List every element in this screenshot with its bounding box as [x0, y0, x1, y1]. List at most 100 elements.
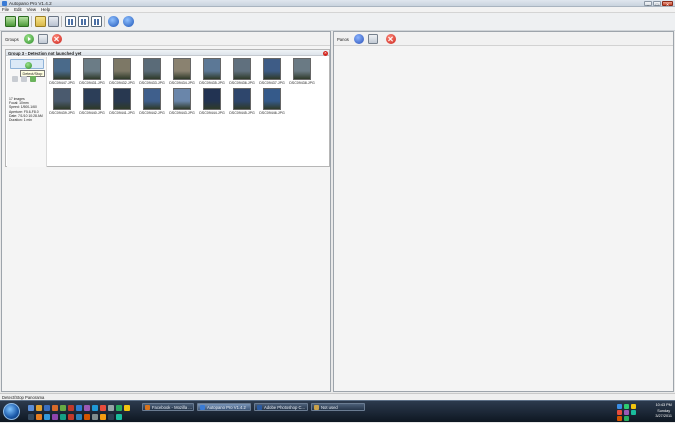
app-icon[interactable] [84, 414, 90, 420]
toolbar-separator [61, 16, 62, 27]
menu-view[interactable]: View [27, 7, 36, 12]
app-icon[interactable] [44, 414, 50, 420]
firefox-icon[interactable] [52, 405, 58, 411]
image-thumbnail[interactable]: DSC09444.JPG [199, 88, 225, 115]
thumbnail-image [113, 88, 131, 110]
close-button[interactable]: ✕ [662, 0, 673, 6]
tray-icon[interactable] [617, 416, 622, 421]
app-icon[interactable] [100, 414, 106, 420]
detect-stop-button[interactable] [10, 59, 44, 69]
panos-label: Panos [337, 36, 349, 42]
menu-help[interactable]: Help [41, 7, 50, 12]
taskbar-autopano[interactable]: Autopano Pro V1.4.2 [197, 403, 251, 411]
taskbar-firefox[interactable]: Facebook - Mozilla ... [142, 403, 194, 411]
image-thumbnail[interactable]: DSC09445.JPG [229, 88, 255, 115]
new-project-icon[interactable] [5, 16, 16, 27]
taskbar-photoshop[interactable]: Adobe Photoshop C... [254, 403, 308, 411]
network-icon[interactable] [617, 404, 622, 409]
app-icon[interactable] [60, 414, 66, 420]
web-update-icon[interactable] [123, 16, 134, 27]
image-thumbnail[interactable]: DSC09432.JPG [109, 58, 135, 85]
remove-group-icon[interactable] [52, 34, 62, 44]
taskbar-label: Adobe Photoshop C... [264, 405, 305, 410]
image-thumbnail[interactable]: DSC09435.JPG [199, 58, 225, 85]
tray-icon[interactable] [624, 410, 629, 415]
volume-icon[interactable] [631, 410, 636, 415]
tray-icon[interactable] [624, 416, 629, 421]
image-thumbnail[interactable]: DSC09438.JPG [289, 58, 315, 85]
image-thumbnail[interactable]: DSC09436.JPG [229, 58, 255, 85]
taskbar-folder[interactable]: Not used [311, 403, 365, 411]
explorer-icon[interactable] [36, 405, 42, 411]
desktop-icon[interactable] [28, 405, 34, 411]
app-icon[interactable] [116, 405, 122, 411]
app-icon[interactable] [108, 405, 114, 411]
tray-icon[interactable] [624, 404, 629, 409]
image-thumbnail[interactable]: DSC09439.JPG [49, 88, 75, 115]
app-icon[interactable] [92, 414, 98, 420]
thumbnail-image [233, 58, 251, 80]
image-thumbnail[interactable]: DSC09440.JPG [79, 88, 105, 115]
app-icon[interactable] [60, 405, 66, 411]
image-thumbnail[interactable]: DSC09447.JPG [49, 58, 75, 85]
remove-pano-icon[interactable] [386, 34, 396, 44]
app-icon[interactable] [68, 405, 74, 411]
thumbnail-caption: DSC09432.JPG [109, 81, 135, 85]
image-thumbnail[interactable]: DSC09443.JPG [169, 88, 195, 115]
image-thumbnail[interactable]: DSC09431.JPG [79, 58, 105, 85]
start-button[interactable] [3, 403, 20, 420]
app-icon[interactable] [36, 414, 42, 420]
search-images-icon[interactable] [48, 16, 59, 27]
app-icon[interactable] [116, 414, 122, 420]
thumbnail-caption: DSC09435.JPG [199, 81, 225, 85]
detect-all-play-icon[interactable] [24, 34, 34, 44]
app-icon[interactable] [52, 414, 58, 420]
render-settings-icon[interactable] [354, 34, 364, 44]
app-icon[interactable] [92, 405, 98, 411]
toolbar-separator [31, 16, 32, 27]
thumbnail-image [203, 58, 221, 80]
image-thumbnail[interactable]: DSC09446.JPG [259, 88, 285, 115]
clock-date: 3/27/2011 [655, 414, 672, 418]
grid-view-icon[interactable] [65, 16, 76, 27]
image-thumbnail[interactable]: DSC09434.JPG [169, 58, 195, 85]
app-icon[interactable] [84, 405, 90, 411]
menu-file[interactable]: File [2, 7, 9, 12]
app-icon[interactable] [100, 405, 106, 411]
thumbnail-image [173, 58, 191, 80]
app-icon[interactable] [28, 414, 34, 420]
tray-icon[interactable] [617, 410, 622, 415]
add-icon[interactable] [30, 76, 36, 82]
list-view-icon[interactable] [78, 16, 89, 27]
detail-view-icon[interactable] [91, 16, 102, 27]
minimize-button[interactable]: – [644, 0, 652, 6]
image-thumbnail[interactable]: DSC09441.JPG [109, 88, 135, 115]
app-icon[interactable] [108, 414, 114, 420]
import-images-icon[interactable] [18, 16, 29, 27]
taskbar-label: Not used [321, 405, 338, 410]
menu-edit[interactable]: Edit [14, 7, 22, 12]
ie-icon[interactable] [44, 405, 50, 411]
image-thumbnail[interactable]: DSC09442.JPG [139, 88, 165, 115]
tools-icon[interactable] [12, 76, 18, 82]
app-icon[interactable] [76, 414, 82, 420]
open-folder-icon[interactable] [35, 16, 46, 27]
edit-pano-icon[interactable] [368, 34, 378, 44]
tray-icon[interactable] [631, 404, 636, 409]
firefox-icon [144, 405, 150, 410]
panos-panel: Panos [333, 31, 674, 392]
group-settings-icon[interactable] [38, 34, 48, 44]
app-icon[interactable] [124, 405, 130, 411]
clock[interactable]: 10:43 PM Sunday 3/27/2011 [655, 403, 672, 420]
maximize-button[interactable]: □ [653, 0, 661, 6]
image-thumbnail[interactable]: DSC09433.JPG [139, 58, 165, 85]
settings-globe-icon[interactable] [108, 16, 119, 27]
app-icon[interactable] [76, 405, 82, 411]
edit-icon[interactable] [21, 76, 27, 82]
app-icon[interactable] [68, 414, 74, 420]
image-thumbnail[interactable]: DSC09437.JPG [259, 58, 285, 85]
window-controls: – □ ✕ [644, 0, 673, 6]
thumbnail-caption: DSC09438.JPG [289, 81, 315, 85]
thumbnail-image [263, 58, 281, 80]
group-close-icon[interactable]: ✕ [323, 50, 328, 56]
